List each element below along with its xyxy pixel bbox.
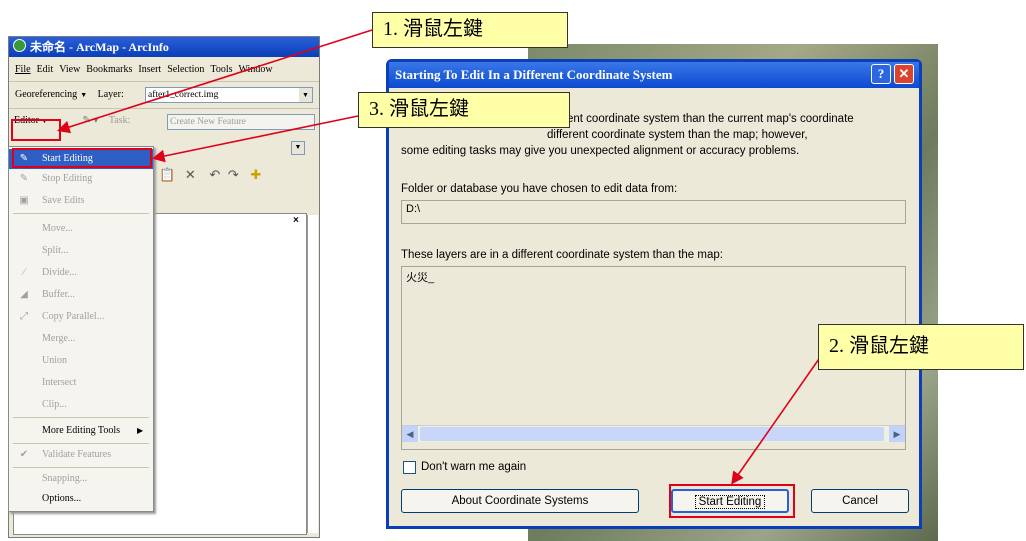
callout-step-1: 1. 滑鼠左鍵 (372, 12, 568, 48)
callout-step-3: 3. 滑鼠左鍵 (358, 92, 570, 128)
callout-step-2: 2. 滑鼠左鍵 (818, 324, 1024, 370)
annotation-arrows (56, 29, 829, 485)
